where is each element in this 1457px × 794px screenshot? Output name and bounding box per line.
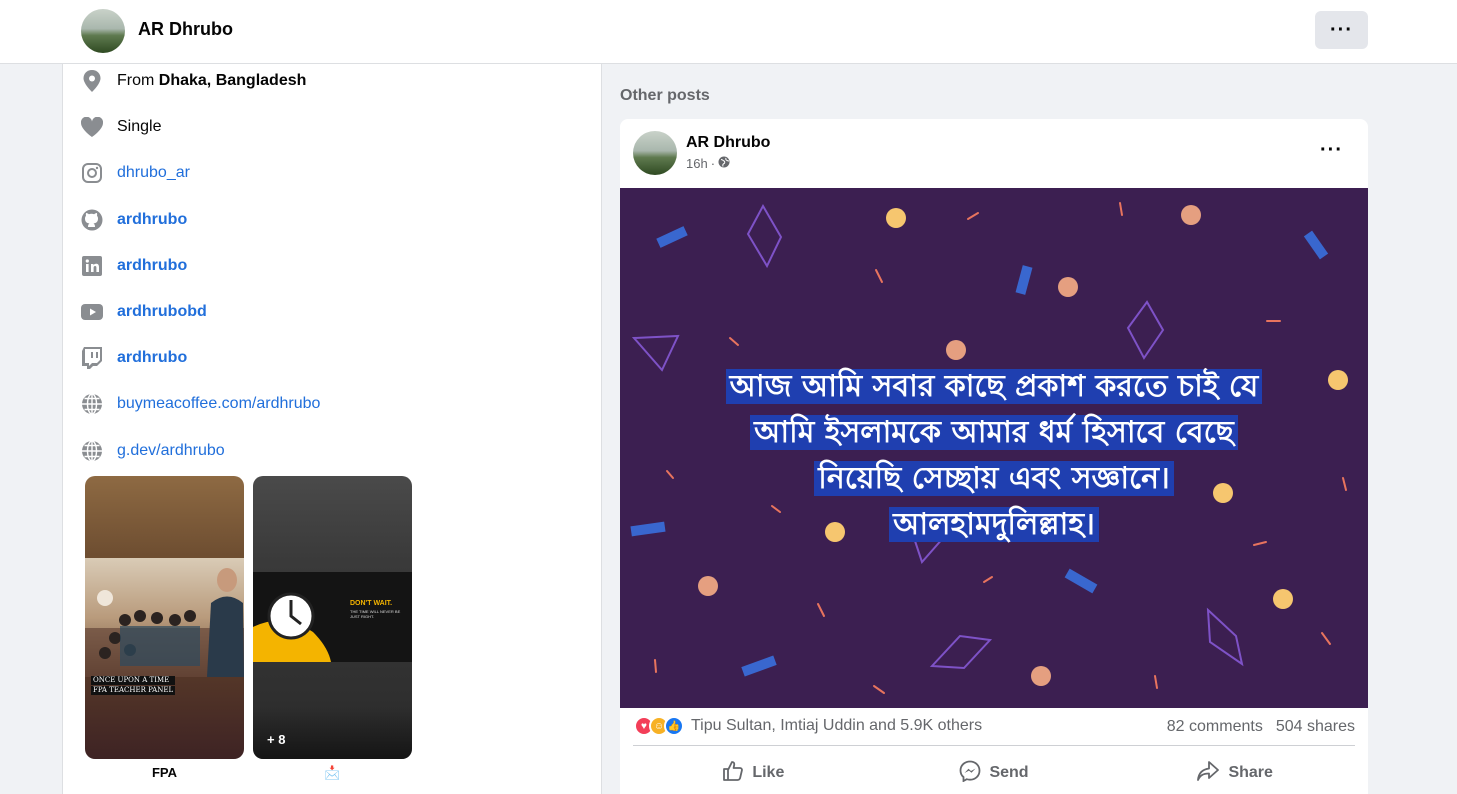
post-time[interactable]: 16h [686,156,708,171]
heart-icon [80,115,104,139]
youtube-icon [80,300,104,324]
meta-separator: · [710,156,716,171]
instagram-icon [80,161,104,185]
like-label: Like [752,764,785,781]
post-image[interactable]: আজ আমি সবার কাছে প্রকাশ করতে চাই যে আমি … [620,188,1368,708]
actions-divider [633,745,1355,746]
post-text-line-3: নিয়েছি সেচ্ছায় এবং সজ্ঞানে। [814,461,1174,496]
featured-label-envelope[interactable]: 📩 [253,765,412,781]
thumbs-up-icon [722,760,744,787]
intro-from: From Dhaka, Bangladesh [80,69,306,93]
messenger-icon [959,760,981,787]
relationship-text: Single [117,118,162,135]
instagram-link[interactable]: dhrubo_ar [117,164,190,182]
more-options-button[interactable]: ··· [1315,11,1368,49]
post-text-block: আজ আমি সবার কাছে প্রকাশ করতে চাই যে আমি … [640,364,1348,548]
globe-icon [80,392,104,416]
intro-instagram: dhrubo_ar [80,161,190,185]
github-icon [80,208,104,232]
post-more-button[interactable]: ··· [1320,139,1343,162]
linkedin-link[interactable]: ardhrubo [117,257,187,275]
intro-github: ardhrubo [80,208,187,232]
post-card: AR Dhrubo 16h · ··· আজ আমি সবার কাছে প্র… [620,119,1368,794]
intro-linkedin: ardhrubo [80,254,187,278]
send-button[interactable]: Send [874,753,1115,793]
story-caption-2: FPA TEACHER PANEL [91,686,176,695]
linkedin-icon [80,254,104,278]
story-caption-1: ONCE UPON A TIME [91,676,176,685]
profile-avatar[interactable] [81,9,125,53]
website-link-2[interactable]: g.dev/ardhrubo [117,442,225,460]
comments-count[interactable]: 82 comments [1167,718,1263,736]
more-stories-count: + 8 [267,732,286,747]
intro-panel: From Dhaka, Bangladesh Single dhrubo_ar … [62,64,602,794]
post-author-name[interactable]: AR Dhrubo [686,134,770,152]
twitch-link[interactable]: ardhrubo [117,349,187,367]
share-button[interactable]: Share [1114,753,1355,793]
post-text-line-2: আমি ইসলামকে আমার ধর্ম হিসাবে বেছে [750,415,1238,450]
like-reaction-icon: 👍 [664,716,684,736]
dont-wait-title: DON'T WAIT. [350,600,393,607]
twitch-icon [80,346,104,370]
intro-relationship: Single [80,115,161,139]
profile-header-bar: AR Dhrubo ··· [0,0,1457,64]
share-label: Share [1228,764,1273,781]
group-photo [85,558,244,677]
intro-from-place[interactable]: Dhaka, Bangladesh [159,72,307,89]
website-link-1[interactable]: buymeacoffee.com/ardhrubo [117,395,320,413]
intro-from-prefix: From [117,72,159,89]
featured-story-collection[interactable]: DON'T WAIT. THE TIME WILL NEVER BE JUST … [253,476,412,759]
featured-label-fpa[interactable]: FPA [85,765,244,780]
intro-youtube: ardhrubobd [80,300,207,324]
intro-website-2: g.dev/ardhrubo [80,439,225,463]
reaction-summary[interactable]: ♥ ☺ 👍 Tipu Sultan, Imtiaj Uddin and 5.9K… [634,716,982,736]
dont-wait-image: DON'T WAIT. THE TIME WILL NEVER BE JUST … [253,572,412,662]
intro-website-1: buymeacoffee.com/ardhrubo [80,392,320,416]
share-arrow-icon [1196,760,1220,787]
location-pin-icon [80,69,104,93]
globe-icon [80,439,104,463]
like-button[interactable]: Like [633,753,874,793]
profile-name[interactable]: AR Dhrubo [138,19,233,40]
dont-wait-subtitle-2: JUST RIGHT. [350,614,375,619]
shares-count[interactable]: 504 shares [1276,718,1355,736]
other-posts-heading: Other posts [620,87,710,104]
post-text-line-4: আলহামদুলিল্লাহ। [889,507,1099,542]
github-link[interactable]: ardhrubo [117,211,187,229]
featured-story-fpa[interactable]: ONCE UPON A TIME FPA TEACHER PANEL [85,476,244,759]
intro-twitch: ardhrubo [80,346,187,370]
post-author-avatar[interactable] [633,131,677,175]
post-text-line-1: আজ আমি সবার কাছে প্রকাশ করতে চাই যে [725,369,1263,404]
reaction-names[interactable]: Tipu Sultan, Imtiaj Uddin and 5.9K other… [691,717,982,735]
send-label: Send [989,764,1029,781]
public-globe-icon [718,156,730,171]
engagement-counts: 82 comments 504 shares [1167,718,1355,736]
post-actions: Like Send Share [633,753,1355,793]
post-meta: 16h · [686,156,730,171]
youtube-link[interactable]: ardhrubobd [117,303,207,321]
